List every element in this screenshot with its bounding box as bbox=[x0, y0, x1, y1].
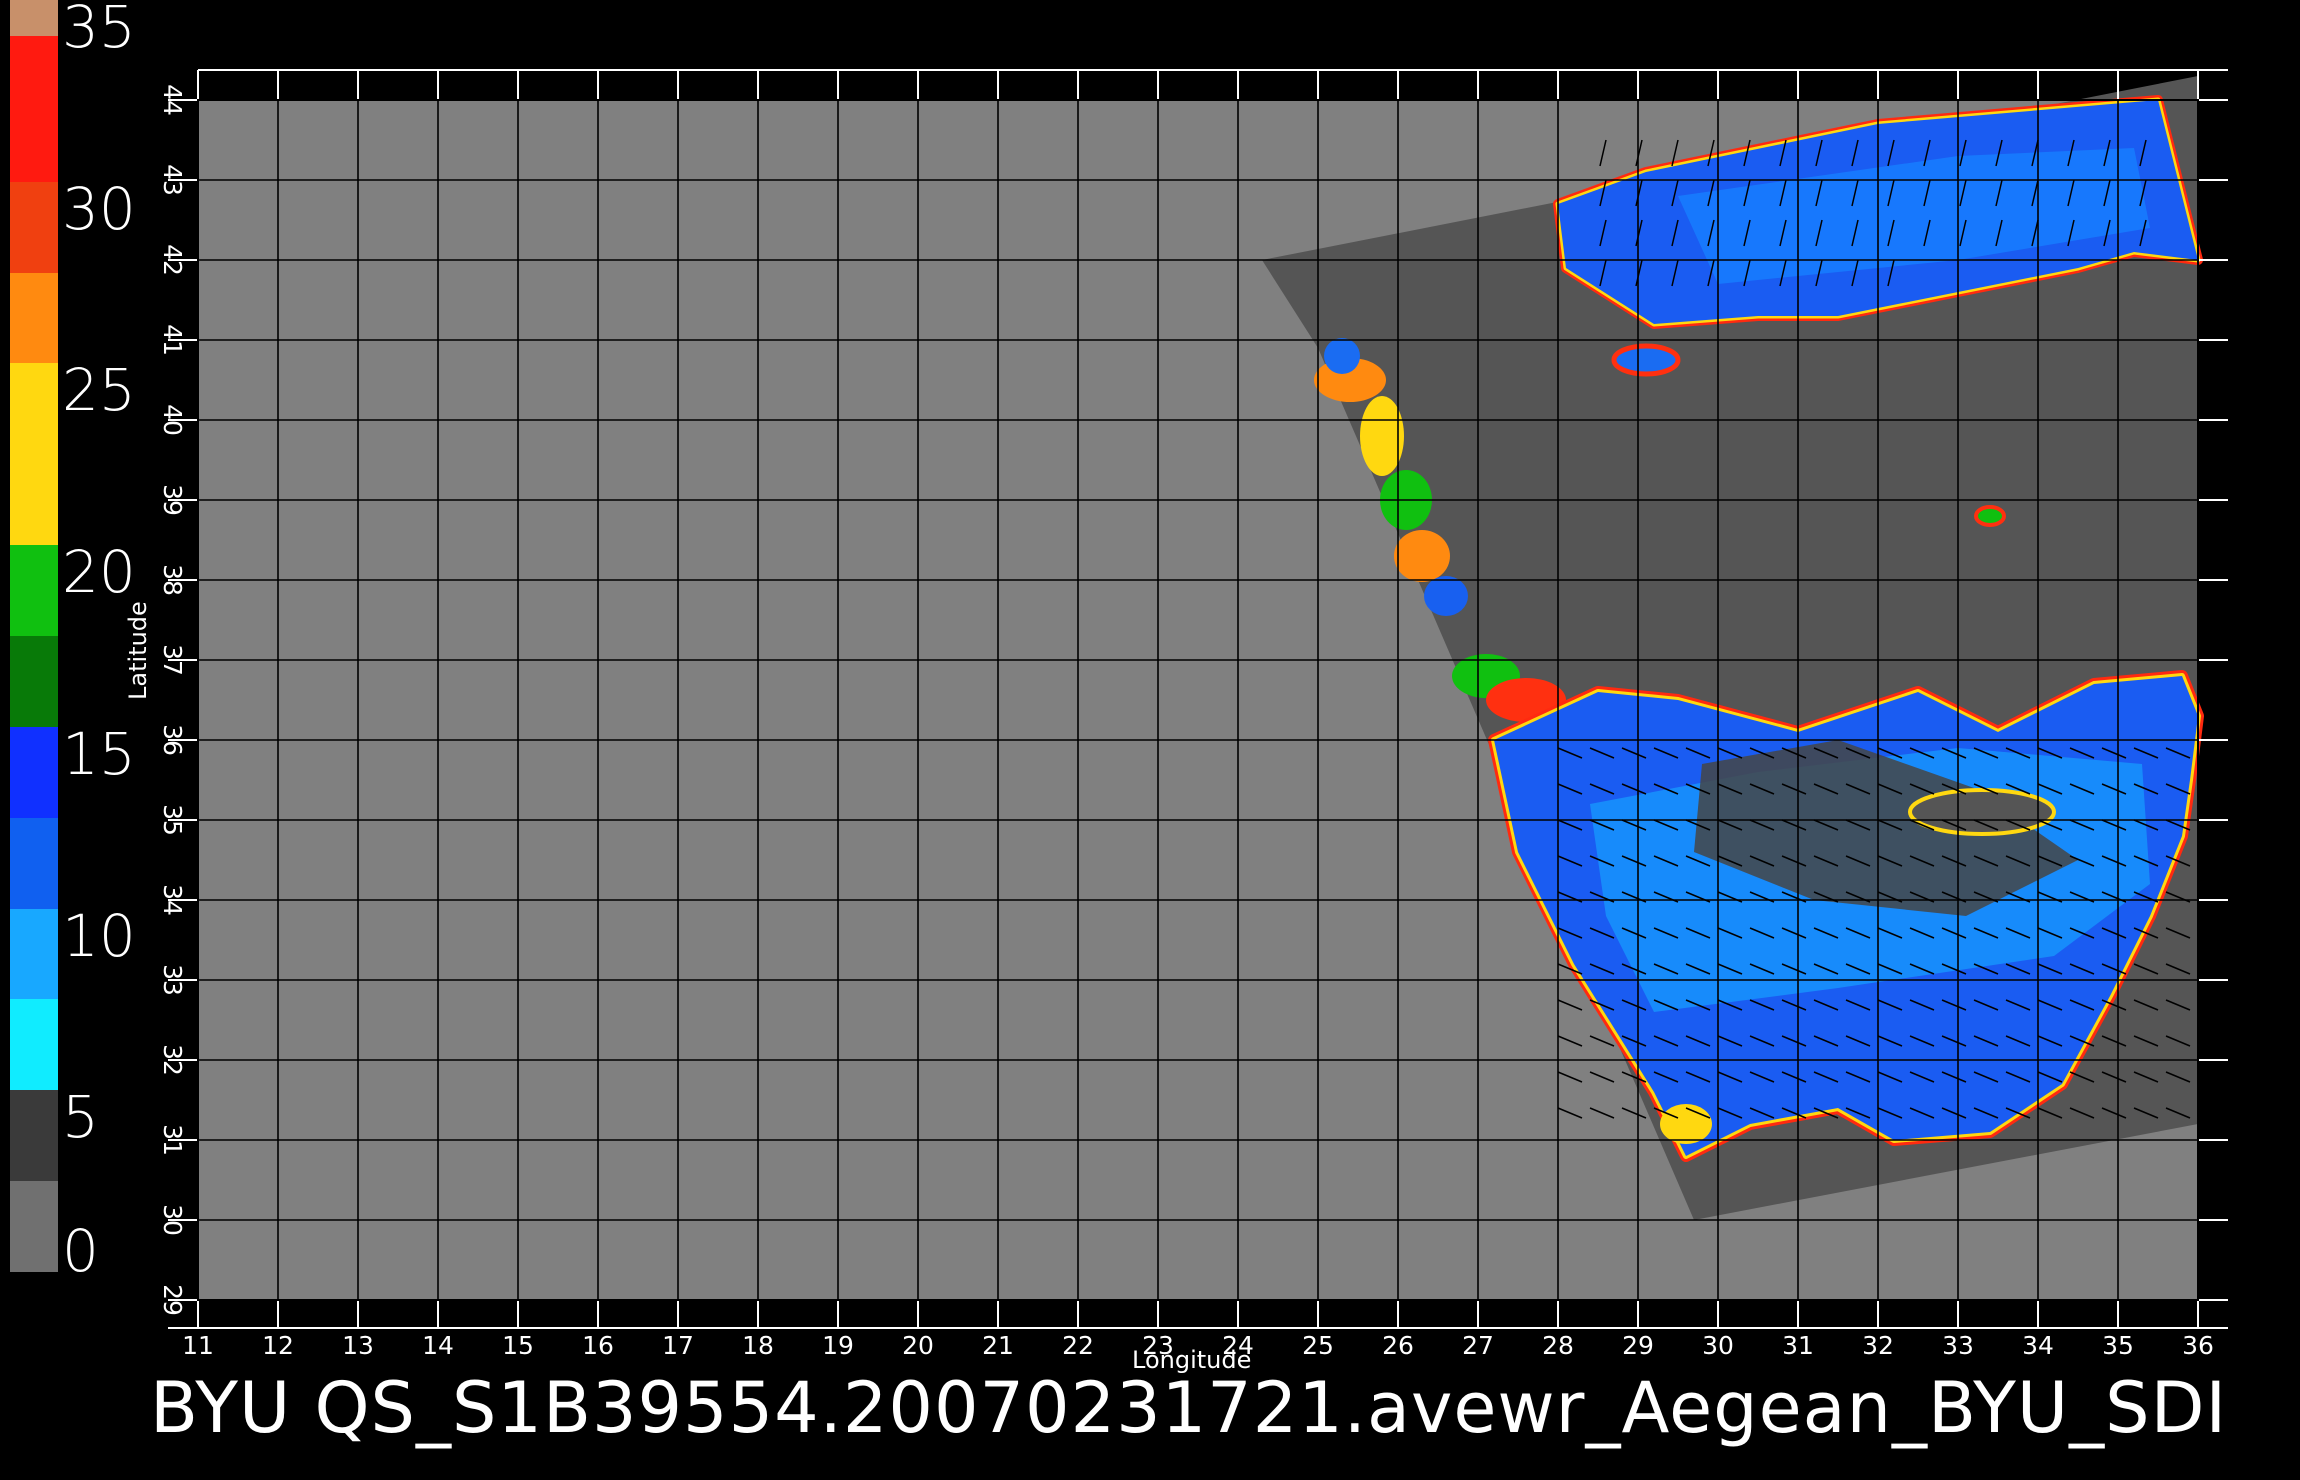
lon-tick-label: 28 bbox=[1542, 1331, 1574, 1360]
lat-tick-label: 30 bbox=[158, 1204, 187, 1236]
lon-tick-label: 21 bbox=[982, 1331, 1014, 1360]
aegean-wind-patch bbox=[1394, 530, 1450, 582]
colorbar-label: 5 bbox=[62, 1083, 99, 1152]
lon-tick-label: 34 bbox=[2022, 1331, 2054, 1360]
lon-tick-label: 36 bbox=[2182, 1331, 2214, 1360]
colorbar-label: 25 bbox=[62, 356, 136, 425]
lat-tick-label: 41 bbox=[158, 324, 187, 356]
lat-tick-label: 31 bbox=[158, 1124, 187, 1156]
lon-tick-label: 11 bbox=[182, 1331, 214, 1360]
lon-tick-label: 15 bbox=[502, 1331, 534, 1360]
lon-tick-label: 31 bbox=[1782, 1331, 1814, 1360]
lon-tick-label: 19 bbox=[822, 1331, 854, 1360]
y-axis-label: Latitude bbox=[124, 601, 152, 700]
lon-tick-label: 17 bbox=[662, 1331, 694, 1360]
lon-tick-label: 20 bbox=[902, 1331, 934, 1360]
inland-lake-patch bbox=[1974, 505, 2006, 527]
lat-tick-label: 43 bbox=[158, 164, 187, 196]
lat-tick-label: 42 bbox=[158, 244, 187, 276]
lat-tick-label: 34 bbox=[158, 884, 187, 916]
lon-tick-label: 33 bbox=[1942, 1331, 1974, 1360]
lat-tick-label: 36 bbox=[158, 724, 187, 756]
colorbar-label: 35 bbox=[62, 0, 136, 61]
lon-tick-label: 26 bbox=[1382, 1331, 1414, 1360]
lat-tick-label: 44 bbox=[158, 84, 187, 116]
lat-tick-label: 35 bbox=[158, 804, 187, 836]
marmara-wind-field bbox=[1611, 343, 1681, 377]
lon-tick-label: 32 bbox=[1862, 1331, 1894, 1360]
lon-tick-label: 13 bbox=[342, 1331, 374, 1360]
colorbar-label: 20 bbox=[62, 538, 136, 607]
lat-tick-label: 29 bbox=[158, 1284, 187, 1316]
lon-tick-label: 12 bbox=[262, 1331, 294, 1360]
lon-tick-label: 27 bbox=[1462, 1331, 1494, 1360]
colorbar-label: 30 bbox=[62, 174, 136, 243]
aegean-wind-patch bbox=[1324, 338, 1360, 374]
colorbar-label: 15 bbox=[62, 719, 136, 788]
map-plot: 11 12 13 14 15 16 17 18 19 20 21 22 23 24 25 26 27 28 29 30… bbox=[158, 69, 2228, 1360]
lat-tick-label: 39 bbox=[158, 484, 187, 516]
cyprus bbox=[1908, 788, 2056, 836]
lat-tick-label: 33 bbox=[158, 964, 187, 996]
lon-tick-label: 14 bbox=[422, 1331, 454, 1360]
lon-tick-label: 22 bbox=[1062, 1331, 1094, 1360]
lon-tick-label: 18 bbox=[742, 1331, 774, 1360]
nile-delta-patch bbox=[1660, 1104, 1712, 1144]
lat-tick-label: 38 bbox=[158, 564, 187, 596]
lon-tick-label: 30 bbox=[1702, 1331, 1734, 1360]
lon-tick-label: 16 bbox=[582, 1331, 614, 1360]
lat-tick-label: 32 bbox=[158, 1044, 187, 1076]
image-title: BYU QS_S1B39554.20070231721.avewr_Aegean… bbox=[150, 1367, 2228, 1449]
lon-tick-label: 25 bbox=[1302, 1331, 1334, 1360]
lon-tick-label: 29 bbox=[1622, 1331, 1654, 1360]
colorbar-label: 0 bbox=[62, 1217, 99, 1285]
aegean-wind-patch bbox=[1424, 576, 1468, 616]
lat-tick-label: 37 bbox=[158, 644, 187, 676]
lon-tick-label: 35 bbox=[2102, 1331, 2134, 1360]
colorbar-label: 10 bbox=[62, 901, 136, 970]
lat-tick-label: 40 bbox=[158, 404, 187, 436]
